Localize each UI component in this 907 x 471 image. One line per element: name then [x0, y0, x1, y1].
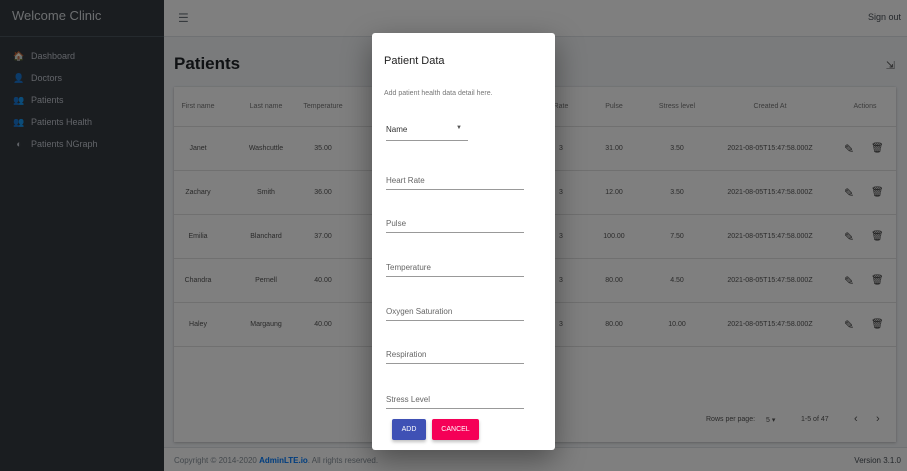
- stress-level-input[interactable]: [386, 391, 524, 407]
- cancel-button[interactable]: CANCEL: [432, 419, 479, 440]
- stress-level-field[interactable]: [386, 389, 524, 409]
- add-button[interactable]: ADD: [392, 419, 426, 440]
- patient-data-dialog: Patient Data Add patient health data det…: [372, 33, 555, 450]
- oxygen-saturation-input[interactable]: [386, 303, 524, 319]
- heart-rate-field[interactable]: [386, 170, 524, 190]
- select-value: Name: [386, 125, 408, 134]
- oxygen-saturation-field[interactable]: [386, 301, 524, 321]
- temperature-input[interactable]: [386, 259, 524, 275]
- heart-rate-input[interactable]: [386, 172, 524, 188]
- pulse-input[interactable]: [386, 215, 524, 231]
- temperature-field[interactable]: [386, 257, 524, 277]
- chevron-down-icon: ▼: [456, 125, 462, 131]
- dialog-subtitle: Add patient health data detail here.: [384, 90, 493, 97]
- patient-name-select[interactable]: Name ▼: [386, 121, 468, 141]
- dialog-title: Patient Data: [384, 55, 445, 67]
- pulse-field[interactable]: [386, 213, 524, 233]
- respiration-field[interactable]: [386, 344, 524, 364]
- respiration-input[interactable]: [386, 346, 524, 362]
